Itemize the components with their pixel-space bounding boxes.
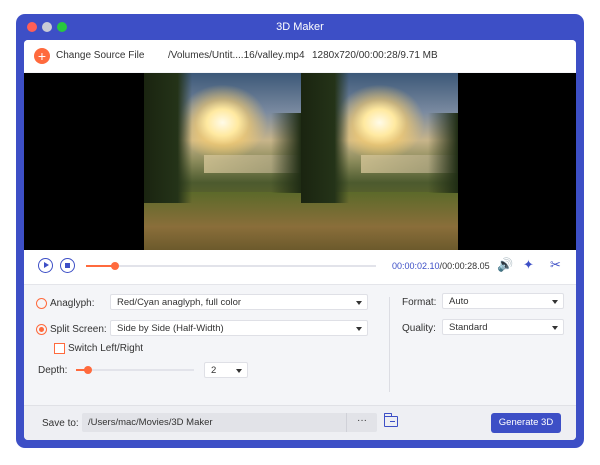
footer-bar: Save to: ··· Generate 3D (24, 405, 576, 440)
title-bar: 3D Maker (16, 14, 584, 40)
format-select[interactable]: Auto (442, 293, 564, 309)
split-screen-select[interactable]: Side by Side (Half-Width) (110, 320, 368, 336)
change-source-file-button[interactable]: Change Source File (56, 50, 144, 61)
app-window: 3D Maker + Change Source File /Volumes/U… (16, 14, 584, 448)
timeline-handle[interactable] (111, 262, 119, 270)
split-screen-label: Split Screen: (50, 324, 107, 335)
format-label: Format: (402, 297, 437, 308)
depth-label: Depth: (38, 365, 68, 376)
playback-controls: 00:00:02.10/00:00:28.05 🔊 ✦ ✂ (24, 250, 576, 285)
anaglyph-label: Anaglyph: (50, 298, 95, 309)
volume-icon[interactable]: 🔊 (497, 258, 513, 272)
anaglyph-radio[interactable] (36, 298, 47, 309)
folder-icon[interactable] (384, 413, 398, 427)
preview-frame-right (301, 73, 458, 250)
quality-select[interactable]: Standard (442, 319, 564, 335)
quality-label: Quality: (402, 323, 436, 334)
main-content: + Change Source File /Volumes/Untit....1… (24, 40, 576, 440)
settings-divider (389, 297, 390, 392)
save-to-label: Save to: (42, 418, 79, 429)
generate-3d-button[interactable]: Generate 3D (491, 413, 561, 433)
current-time: 00:00:02.10 (392, 261, 440, 271)
play-icon[interactable] (38, 258, 53, 273)
plus-icon[interactable]: + (34, 48, 50, 64)
source-path: /Volumes/Untit....16/valley.mp4 (168, 50, 305, 61)
switch-left-right-label: Switch Left/Right (68, 343, 144, 354)
depth-select[interactable]: 2 (204, 362, 248, 378)
anaglyph-select[interactable]: Red/Cyan anaglyph, full color (110, 294, 368, 310)
time-display: 00:00:02.10/00:00:28.05 (392, 261, 490, 271)
stop-icon[interactable] (60, 258, 75, 273)
timeline-slider[interactable] (86, 262, 376, 270)
total-time: 00:00:28.05 (442, 261, 490, 271)
browse-button[interactable]: ··· (346, 413, 377, 432)
settings-panel: Anaglyph: Red/Cyan anaglyph, full color … (24, 285, 576, 405)
depth-handle[interactable] (83, 366, 92, 374)
video-preview (24, 73, 576, 250)
save-path-input[interactable] (82, 413, 346, 432)
split-screen-radio[interactable] (36, 324, 47, 335)
preview-frame-left (144, 73, 301, 250)
depth-slider[interactable] (76, 366, 194, 374)
source-meta: 1280x720/00:00:28/9.71 MB (312, 50, 438, 61)
effects-icon[interactable]: ✦ (523, 258, 534, 272)
source-bar: + Change Source File /Volumes/Untit....1… (24, 40, 576, 72)
window-title: 3D Maker (276, 21, 324, 33)
cut-icon[interactable]: ✂ (550, 258, 561, 272)
switch-left-right-checkbox[interactable] (54, 343, 65, 354)
